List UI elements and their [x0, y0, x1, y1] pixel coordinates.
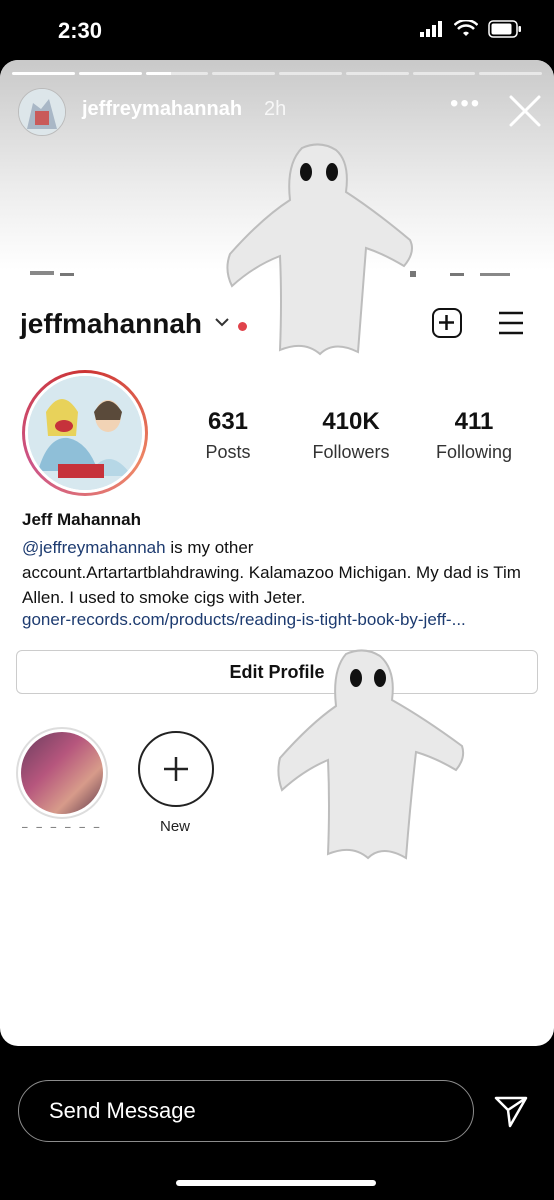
send-icon[interactable] [494, 1094, 528, 1128]
profile-website-link[interactable]: goner-records.com/products/reading-is-ti… [22, 610, 542, 630]
status-icons [420, 20, 522, 38]
progress-segment [479, 72, 542, 75]
story-timestamp: 2h [264, 98, 287, 120]
wifi-icon [454, 20, 478, 36]
bio-mention-link[interactable]: @jeffreymahannah [22, 538, 166, 557]
progress-segment [412, 72, 476, 75]
battery-icon [488, 20, 521, 38]
ghost-sticker[interactable] [224, 140, 416, 356]
plus-icon [164, 757, 188, 781]
add-post-button[interactable] [432, 308, 462, 338]
profile-name: Jeff Mahannah [22, 510, 142, 529]
progress-segment [12, 72, 75, 75]
highlight-cover [21, 732, 103, 814]
stat-posts[interactable]: 631 Posts [168, 408, 288, 463]
stat-label: Following [435, 442, 513, 462]
close-icon[interactable] [508, 94, 542, 128]
highlight-label-cropped: – – – – – – [22, 822, 103, 833]
progress-segment [345, 72, 409, 75]
stat-value: 631 [207, 408, 249, 435]
story-card[interactable]: jeffreymahannah 2h ••• jeffmahannah 631 … [0, 60, 554, 1046]
stat-value: 411 [454, 408, 494, 435]
progress-segment [78, 72, 142, 75]
new-highlight-button[interactable] [138, 731, 214, 807]
signal-icon [420, 21, 442, 37]
plus-icon [439, 315, 454, 330]
progress-segment [145, 72, 209, 75]
bio-text-rest: account.Artartartblahdrawing. Kalamazoo … [22, 563, 521, 607]
send-message-input[interactable]: Send Message [18, 1080, 474, 1142]
story-username[interactable]: jeffreymahannah [82, 98, 242, 121]
progress-segment [212, 72, 275, 75]
stat-value: 410K [322, 408, 380, 435]
new-highlight-label: New [160, 818, 191, 835]
stat-label: Posts [205, 442, 251, 462]
profile-picture[interactable] [22, 370, 148, 496]
bio-text-part: is my other [165, 538, 254, 557]
menu-icon[interactable] [498, 310, 524, 336]
story-progress [12, 72, 542, 75]
ghost-sticker[interactable] [276, 646, 466, 860]
story-avatar[interactable] [18, 88, 66, 136]
more-options-icon[interactable]: ••• [450, 90, 481, 118]
stat-label: Followers [312, 442, 390, 462]
progress-segment [279, 72, 342, 75]
profile-bio: @jeffreymahannah is my other account.Art… [22, 535, 542, 610]
status-bar: 2:30 [0, 0, 554, 60]
home-indicator [176, 1180, 376, 1186]
stat-followers[interactable]: 410K Followers [291, 408, 411, 463]
stat-following[interactable]: 411 Following [414, 408, 534, 463]
story-highlight[interactable] [16, 727, 108, 819]
profile-handle[interactable]: jeffmahannah [20, 308, 202, 340]
status-time: 2:30 [58, 18, 103, 43]
